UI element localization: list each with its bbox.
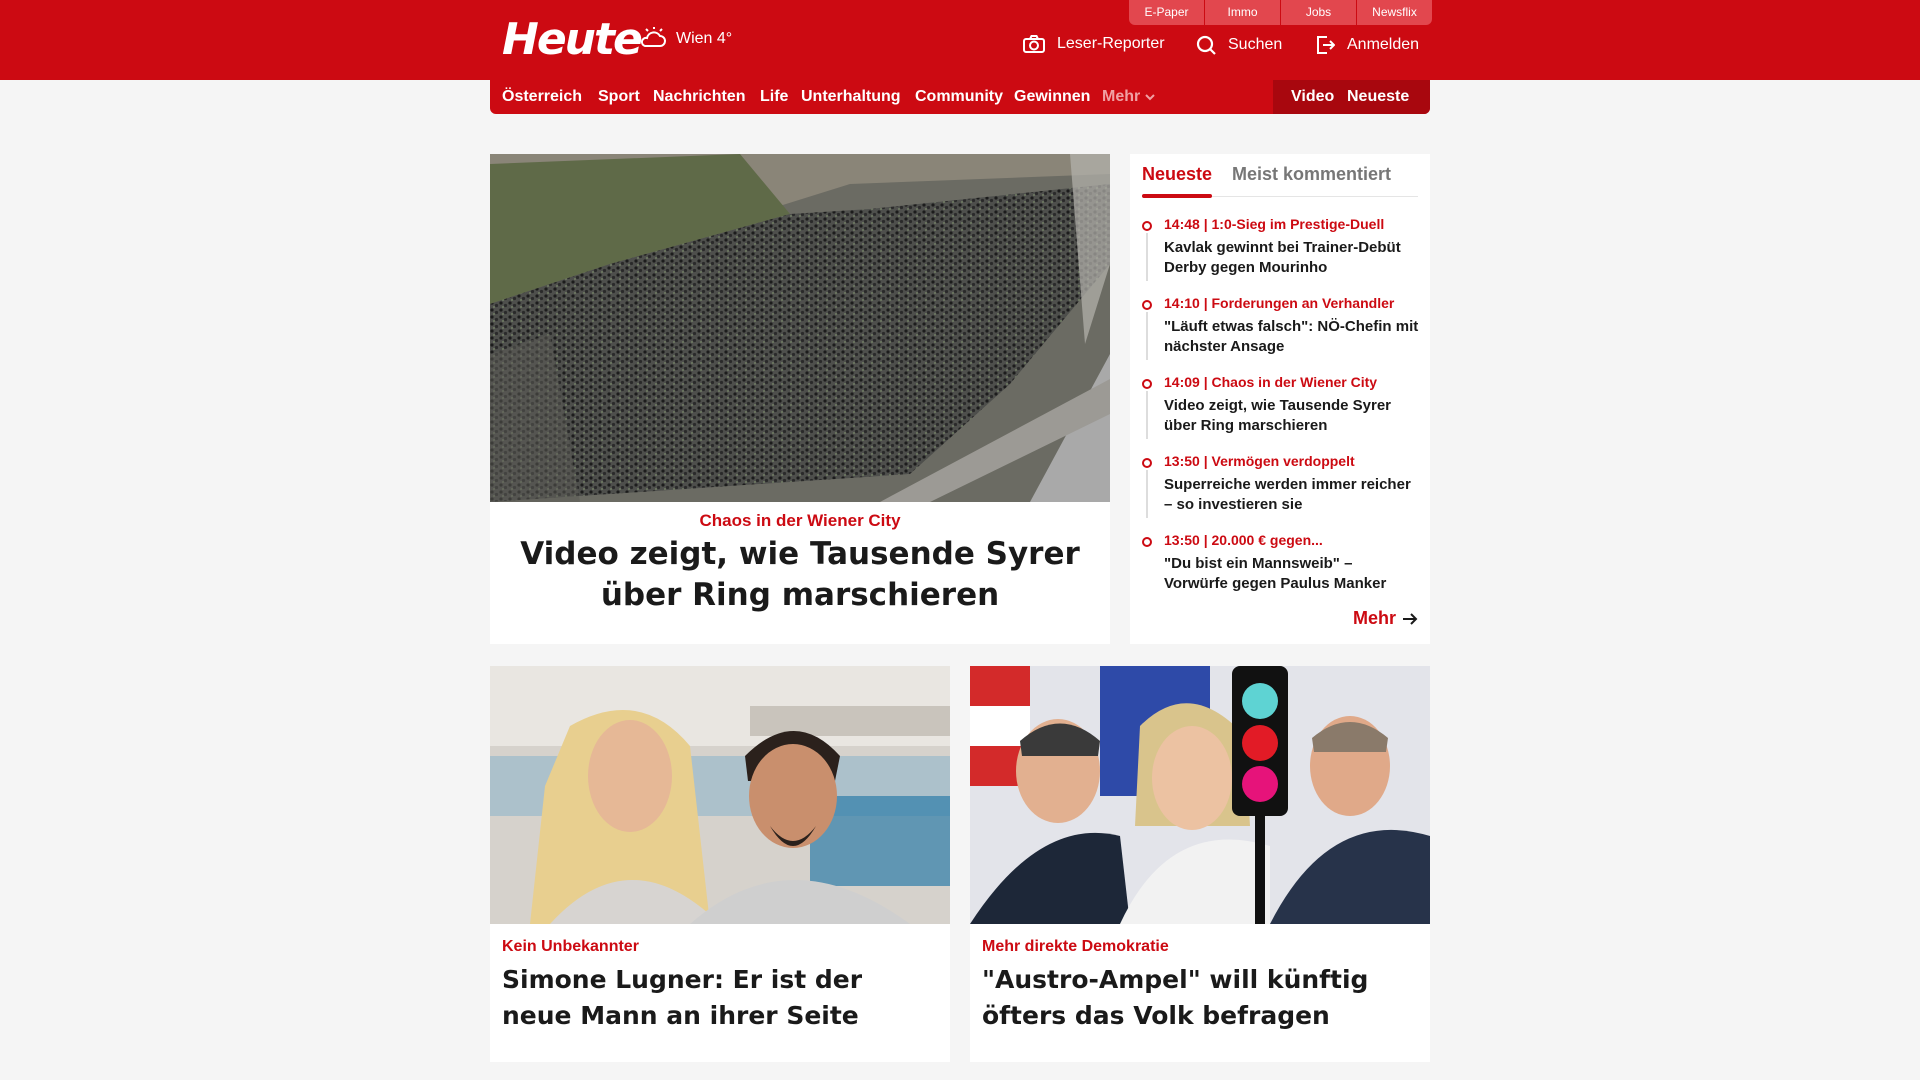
arrow-right-icon: [1403, 612, 1418, 625]
nav-item-oesterreich[interactable]: Österreich: [502, 88, 582, 106]
news-title: "Du bist ein Mannsweib" – Vorwürfe gegen…: [1164, 555, 1387, 592]
nav-item-nachrichten[interactable]: Nachrichten: [653, 88, 745, 106]
search-label: Suchen: [1228, 36, 1283, 53]
camera-icon: [1023, 35, 1045, 53]
news-meta: 13:50 | Vermögen verdoppelt: [1164, 453, 1355, 469]
article-kicker[interactable]: Kein Unbekannter: [502, 938, 639, 956]
login-button[interactable]: Anmelden: [1315, 35, 1419, 55]
nav-item-gewinnen[interactable]: Gewinnen: [1014, 88, 1090, 106]
timeline-line: [1146, 391, 1148, 439]
sidebar-more-link[interactable]: Mehr: [1353, 608, 1418, 629]
article-image-lugner[interactable]: [490, 666, 950, 924]
login-label: Anmelden: [1347, 36, 1420, 53]
news-meta: 14:10 | Forderungen an Verhandler: [1164, 295, 1395, 311]
leser-reporter-button[interactable]: Leser-Reporter: [1023, 35, 1165, 53]
article-kicker[interactable]: Mehr direkte Demokratie: [982, 938, 1169, 956]
timeline-dot: [1142, 458, 1152, 468]
nav-more-dropdown[interactable]: Mehr: [1102, 88, 1155, 106]
sidebar-more-label: Mehr: [1352, 608, 1396, 628]
timeline-dot: [1142, 537, 1152, 547]
timeline-dot: [1142, 221, 1152, 231]
search-button[interactable]: Suchen: [1196, 35, 1282, 55]
top-bar: [0, 0, 1920, 80]
timeline-dot: [1142, 379, 1152, 389]
timeline-dot: [1142, 300, 1152, 310]
chevron-down-icon: [1144, 94, 1155, 101]
tab-neueste[interactable]: Neueste: [1142, 164, 1212, 185]
tab-active-indicator: [1142, 194, 1212, 198]
hero-image[interactable]: [490, 154, 1110, 502]
service-tab-newsflix[interactable]: Newsflix: [1357, 0, 1432, 25]
main-nav: Österreich Sport Nachrichten Life Unterh…: [490, 80, 1430, 114]
tab-meist-kommentiert[interactable]: Meist kommentiert: [1232, 164, 1391, 185]
service-tab-immo[interactable]: Immo: [1205, 0, 1280, 25]
timeline-line: [1146, 233, 1148, 281]
service-tab-epaper[interactable]: E-Paper: [1129, 0, 1204, 25]
nav-item-video[interactable]: Video: [1291, 88, 1334, 106]
weather-text: Wien 4°: [676, 30, 733, 47]
crowd-photo: [490, 154, 1110, 502]
nav-item-life[interactable]: Life: [760, 88, 788, 106]
news-meta: 13:50 | 20.000 € gegen...: [1164, 532, 1323, 548]
news-title: Superreiche werden immer reicher – so in…: [1164, 476, 1411, 513]
cloud-sun-icon: [640, 27, 666, 47]
news-title: Kavlak gewinnt bei Trainer-Debüt Derby g…: [1164, 239, 1401, 276]
article-title[interactable]: "Austro-Ampel" will künftig öfters das V…: [982, 962, 1422, 1034]
news-sidebar: Neueste Meist kommentiert 14:48 | 1:0-Si…: [1130, 154, 1430, 644]
article-image-austro-ampel[interactable]: [970, 666, 1430, 924]
hero-title[interactable]: Video zeigt, wie Tausende Syrer über Rin…: [510, 534, 1090, 616]
weather-widget[interactable]: Wien 4°: [638, 26, 732, 52]
nav-right-group: Video Neueste: [1273, 80, 1430, 114]
article-title[interactable]: Simone Lugner: Er ist der neue Mann an i…: [502, 962, 922, 1034]
search-icon: [1196, 35, 1216, 55]
politicians-photo: [970, 666, 1430, 924]
timeline-line: [1146, 470, 1148, 518]
service-tabs: E-Paper Immo Jobs Newsflix: [1129, 0, 1432, 25]
couple-photo: [490, 666, 950, 924]
site-logo[interactable]: Heute: [502, 14, 643, 65]
nav-item-community[interactable]: Community: [915, 88, 1003, 106]
leser-reporter-label: Leser-Reporter: [1057, 35, 1165, 52]
timeline-line: [1146, 312, 1148, 360]
news-meta: 14:09 | Chaos in der Wiener City: [1164, 374, 1378, 390]
nav-item-sport[interactable]: Sport: [598, 88, 640, 106]
news-title: "Läuft etwas falsch": NÖ-Chefin mit näch…: [1164, 318, 1419, 355]
news-meta: 14:48 | 1:0-Sieg im Prestige-Duell: [1164, 216, 1385, 232]
login-icon: [1317, 36, 1335, 54]
nav-more-label: Mehr: [1102, 88, 1141, 105]
news-title: Video zeigt, wie Tausende Syrer über Rin…: [1164, 397, 1392, 434]
service-tab-jobs[interactable]: Jobs: [1281, 0, 1356, 25]
nav-item-unterhaltung[interactable]: Unterhaltung: [801, 88, 901, 106]
hero-kicker[interactable]: Chaos in der Wiener City: [490, 511, 1110, 531]
nav-item-neueste[interactable]: Neueste: [1347, 88, 1409, 106]
